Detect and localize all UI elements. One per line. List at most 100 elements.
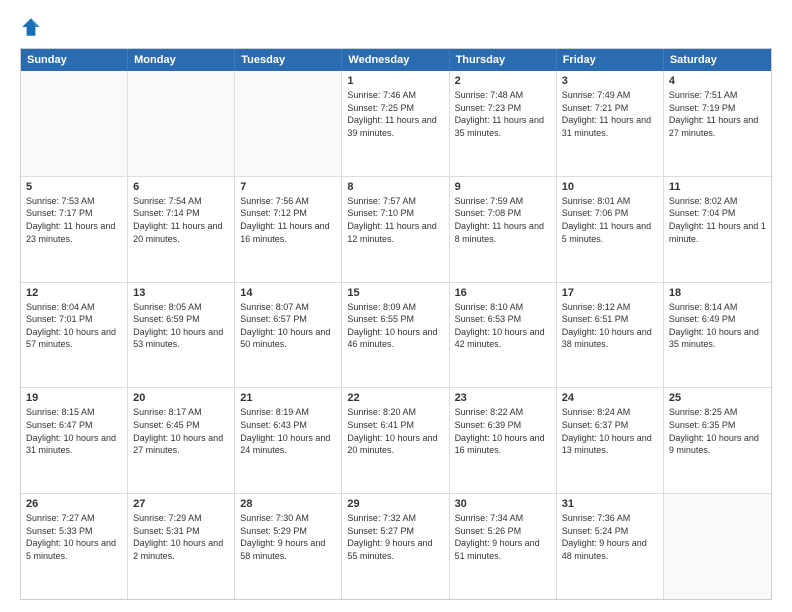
day-info: Sunrise: 8:09 AM Sunset: 6:55 PM Dayligh… — [347, 301, 443, 351]
day-number: 8 — [347, 181, 443, 193]
day-cell: 27 Sunrise: 7:29 AM Sunset: 5:31 PM Dayli… — [128, 494, 235, 599]
day-cell: 28 Sunrise: 7:30 AM Sunset: 5:29 PM Dayli… — [235, 494, 342, 599]
day-info: Sunrise: 7:29 AM Sunset: 5:31 PM Dayligh… — [133, 512, 229, 562]
day-info: Sunrise: 8:15 AM Sunset: 6:47 PM Dayligh… — [26, 406, 122, 456]
day-cell: 23 Sunrise: 8:22 AM Sunset: 6:39 PM Dayli… — [450, 388, 557, 493]
day-number: 17 — [562, 287, 658, 299]
day-info: Sunrise: 7:36 AM Sunset: 5:24 PM Dayligh… — [562, 512, 658, 562]
day-info: Sunrise: 8:19 AM Sunset: 6:43 PM Dayligh… — [240, 406, 336, 456]
day-cell: 22 Sunrise: 8:20 AM Sunset: 6:41 PM Dayli… — [342, 388, 449, 493]
day-cell: 19 Sunrise: 8:15 AM Sunset: 6:47 PM Dayli… — [21, 388, 128, 493]
day-cell: 16Sunrise: 8:10 AM Sunset: 6:53 PM Dayli… — [450, 283, 557, 388]
day-header-tuesday: Tuesday — [235, 49, 342, 71]
day-info: Sunrise: 7:30 AM Sunset: 5:29 PM Dayligh… — [240, 512, 336, 562]
day-number: 16 — [455, 287, 551, 299]
day-cell: 13Sunrise: 8:05 AM Sunset: 6:59 PM Dayli… — [128, 283, 235, 388]
day-cell: 6Sunrise: 7:54 AM Sunset: 7:14 PM Daylig… — [128, 177, 235, 282]
day-info: Sunrise: 8:04 AM Sunset: 7:01 PM Dayligh… — [26, 301, 122, 351]
day-header-sunday: Sunday — [21, 49, 128, 71]
day-number: 2 — [455, 75, 551, 87]
calendar: SundayMondayTuesdayWednesdayThursdayFrid… — [20, 48, 772, 600]
day-cell: 18 Sunrise: 8:14 AM Sunset: 6:49 PM Dayli… — [664, 283, 771, 388]
day-number: 5 — [26, 181, 122, 193]
day-header-monday: Monday — [128, 49, 235, 71]
day-info: Sunrise: 8:01 AM Sunset: 7:06 PM Dayligh… — [562, 195, 658, 245]
week-row-1: 1 Sunrise: 7:46 AM Sunset: 7:25 PM Daylig… — [21, 71, 771, 176]
day-cell: 24 Sunrise: 8:24 AM Sunset: 6:37 PM Dayli… — [557, 388, 664, 493]
day-number: 10 — [562, 181, 658, 193]
day-number: 14 — [240, 287, 336, 299]
day-cell — [128, 71, 235, 176]
day-number: 19 — [26, 392, 122, 404]
day-cell: 20Sunrise: 8:17 AM Sunset: 6:45 PM Dayli… — [128, 388, 235, 493]
day-info: Sunrise: 8:22 AM Sunset: 6:39 PM Dayligh… — [455, 406, 551, 456]
day-cell: 3 Sunrise: 7:49 AM Sunset: 7:21 PM Daylig… — [557, 71, 664, 176]
day-cell: 29Sunrise: 7:32 AM Sunset: 5:27 PM Dayli… — [342, 494, 449, 599]
week-row-5: 26 Sunrise: 7:27 AM Sunset: 5:33 PM Dayli… — [21, 493, 771, 599]
day-info: Sunrise: 7:57 AM Sunset: 7:10 PM Dayligh… — [347, 195, 443, 245]
day-number: 29 — [347, 498, 443, 510]
day-cell: 11Sunrise: 8:02 AM Sunset: 7:04 PM Dayli… — [664, 177, 771, 282]
day-cell: 31 Sunrise: 7:36 AM Sunset: 5:24 PM Dayli… — [557, 494, 664, 599]
day-info: Sunrise: 7:27 AM Sunset: 5:33 PM Dayligh… — [26, 512, 122, 562]
day-cell: 5 Sunrise: 7:53 AM Sunset: 7:17 PM Daylig… — [21, 177, 128, 282]
day-number: 24 — [562, 392, 658, 404]
day-info: Sunrise: 8:14 AM Sunset: 6:49 PM Dayligh… — [669, 301, 766, 351]
week-row-2: 5 Sunrise: 7:53 AM Sunset: 7:17 PM Daylig… — [21, 176, 771, 282]
day-cell — [21, 71, 128, 176]
day-cell: 4Sunrise: 7:51 AM Sunset: 7:19 PM Daylig… — [664, 71, 771, 176]
day-cell: 2 Sunrise: 7:48 AM Sunset: 7:23 PM Daylig… — [450, 71, 557, 176]
day-number: 28 — [240, 498, 336, 510]
day-header-friday: Friday — [557, 49, 664, 71]
day-header-saturday: Saturday — [664, 49, 771, 71]
day-info: Sunrise: 8:17 AM Sunset: 6:45 PM Dayligh… — [133, 406, 229, 456]
day-number: 27 — [133, 498, 229, 510]
day-info: Sunrise: 8:25 AM Sunset: 6:35 PM Dayligh… — [669, 406, 766, 456]
day-number: 13 — [133, 287, 229, 299]
day-info: Sunrise: 7:34 AM Sunset: 5:26 PM Dayligh… — [455, 512, 551, 562]
day-number: 25 — [669, 392, 766, 404]
day-number: 9 — [455, 181, 551, 193]
day-cell: 15 Sunrise: 8:09 AM Sunset: 6:55 PM Dayli… — [342, 283, 449, 388]
day-info: Sunrise: 7:56 AM Sunset: 7:12 PM Dayligh… — [240, 195, 336, 245]
day-number: 22 — [347, 392, 443, 404]
page-header — [20, 16, 772, 38]
day-number: 1 — [347, 75, 443, 87]
day-number: 31 — [562, 498, 658, 510]
day-cell: 17Sunrise: 8:12 AM Sunset: 6:51 PM Dayli… — [557, 283, 664, 388]
day-cell: 1 Sunrise: 7:46 AM Sunset: 7:25 PM Daylig… — [342, 71, 449, 176]
day-info: Sunrise: 8:24 AM Sunset: 6:37 PM Dayligh… — [562, 406, 658, 456]
logo-icon — [20, 16, 42, 38]
day-number: 30 — [455, 498, 551, 510]
page-container: SundayMondayTuesdayWednesdayThursdayFrid… — [0, 0, 792, 612]
day-info: Sunrise: 7:59 AM Sunset: 7:08 PM Dayligh… — [455, 195, 551, 245]
day-number: 4 — [669, 75, 766, 87]
day-number: 3 — [562, 75, 658, 87]
day-number: 7 — [240, 181, 336, 193]
day-cell: 26 Sunrise: 7:27 AM Sunset: 5:33 PM Dayli… — [21, 494, 128, 599]
day-cell: 14Sunrise: 8:07 AM Sunset: 6:57 PM Dayli… — [235, 283, 342, 388]
week-row-3: 12 Sunrise: 8:04 AM Sunset: 7:01 PM Dayli… — [21, 282, 771, 388]
day-cell: 7 Sunrise: 7:56 AM Sunset: 7:12 PM Daylig… — [235, 177, 342, 282]
week-row-4: 19 Sunrise: 8:15 AM Sunset: 6:47 PM Dayli… — [21, 387, 771, 493]
day-info: Sunrise: 7:49 AM Sunset: 7:21 PM Dayligh… — [562, 89, 658, 139]
day-header-thursday: Thursday — [450, 49, 557, 71]
day-cell — [235, 71, 342, 176]
day-cell: 9 Sunrise: 7:59 AM Sunset: 7:08 PM Daylig… — [450, 177, 557, 282]
day-number: 15 — [347, 287, 443, 299]
day-number: 23 — [455, 392, 551, 404]
day-cell: 21 Sunrise: 8:19 AM Sunset: 6:43 PM Dayli… — [235, 388, 342, 493]
day-cell: 8 Sunrise: 7:57 AM Sunset: 7:10 PM Daylig… — [342, 177, 449, 282]
day-number: 21 — [240, 392, 336, 404]
day-cell: 12 Sunrise: 8:04 AM Sunset: 7:01 PM Dayli… — [21, 283, 128, 388]
day-info: Sunrise: 8:02 AM Sunset: 7:04 PM Dayligh… — [669, 195, 766, 245]
day-number: 12 — [26, 287, 122, 299]
day-number: 26 — [26, 498, 122, 510]
day-headers: SundayMondayTuesdayWednesdayThursdayFrid… — [21, 49, 771, 71]
day-number: 18 — [669, 287, 766, 299]
day-info: Sunrise: 7:48 AM Sunset: 7:23 PM Dayligh… — [455, 89, 551, 139]
day-info: Sunrise: 7:53 AM Sunset: 7:17 PM Dayligh… — [26, 195, 122, 245]
day-info: Sunrise: 7:46 AM Sunset: 7:25 PM Dayligh… — [347, 89, 443, 139]
day-info: Sunrise: 8:20 AM Sunset: 6:41 PM Dayligh… — [347, 406, 443, 456]
day-cell: 25 Sunrise: 8:25 AM Sunset: 6:35 PM Dayli… — [664, 388, 771, 493]
